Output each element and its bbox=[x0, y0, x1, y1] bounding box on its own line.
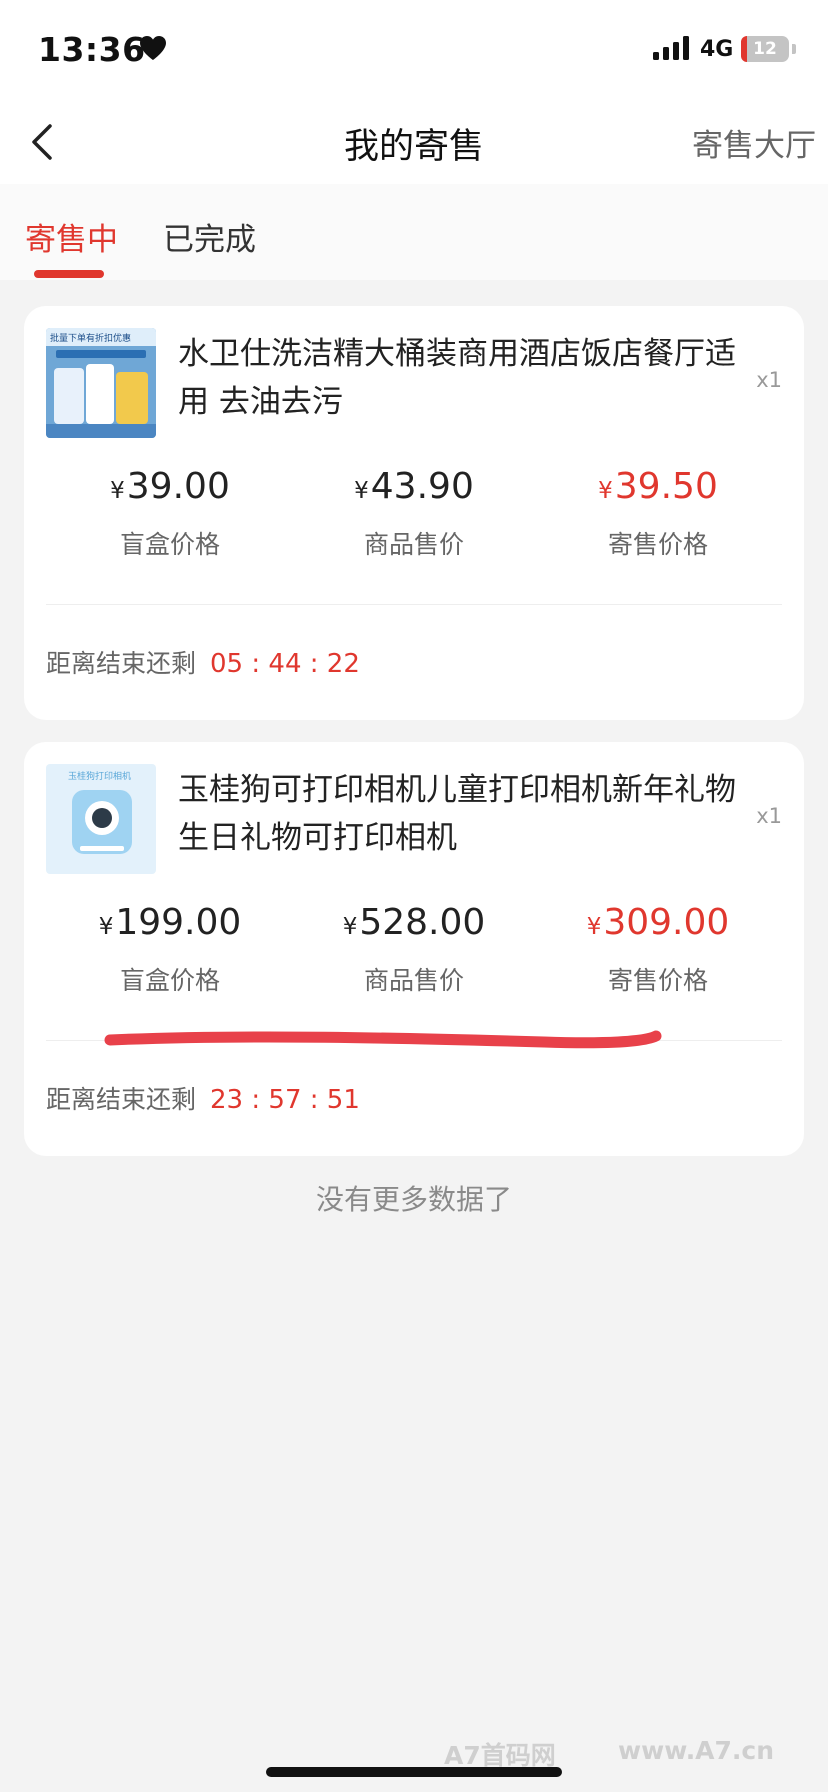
price-amount: 199.00 bbox=[115, 902, 242, 943]
home-indicator[interactable] bbox=[266, 1767, 562, 1777]
consign-price-label: 寄售价格 bbox=[607, 530, 708, 559]
countdown-time: 23 : 57 : 51 bbox=[210, 1085, 360, 1115]
no-more-data-text: 没有更多数据了 bbox=[315, 1183, 512, 1216]
sale-price-label: 商品售价 bbox=[363, 966, 464, 995]
countdown-label: 距离结束还剩 bbox=[46, 649, 197, 678]
divider bbox=[46, 604, 782, 605]
quantity: x1 bbox=[756, 368, 782, 392]
watermark-url: www.A7.cn bbox=[618, 1736, 775, 1765]
currency-symbol: ¥ bbox=[342, 914, 358, 940]
product-title: 玉桂狗可打印相机儿童打印相机新年礼物生日礼物可打印相机 bbox=[178, 772, 736, 856]
battery-cap bbox=[792, 44, 796, 54]
price-amount: 43.90 bbox=[370, 466, 474, 507]
signal-icon bbox=[653, 36, 689, 60]
consign-price: ¥39.50 bbox=[538, 466, 778, 507]
price-amount: 39.00 bbox=[126, 466, 230, 507]
battery-icon: 12 bbox=[741, 36, 789, 62]
currency-symbol: ¥ bbox=[586, 914, 602, 940]
blind-box-price-block: ¥39.00 盲盒价格 bbox=[50, 466, 290, 561]
sale-price-block: ¥43.90 商品售价 bbox=[294, 466, 534, 561]
countdown-time: 05 : 44 : 22 bbox=[210, 649, 360, 679]
consignment-card[interactable]: 批量下单有折扣优惠 水卫仕洗洁精大桶装商用酒店饭店餐厅适用 去油去污 x1 ¥3… bbox=[24, 306, 804, 720]
countdown: 距离结束还剩 23 : 57 : 51 bbox=[46, 1080, 360, 1116]
countdown: 距离结束还剩 05 : 44 : 22 bbox=[46, 644, 360, 680]
blind-box-price: ¥199.00 bbox=[50, 902, 290, 943]
currency-symbol: ¥ bbox=[98, 914, 114, 940]
red-underline-annotation bbox=[104, 1030, 662, 1049]
currency-symbol: ¥ bbox=[598, 478, 613, 504]
consignment-hall-link[interactable]: 寄售大厅 bbox=[692, 120, 816, 165]
blind-box-price: ¥39.00 bbox=[50, 466, 290, 507]
sale-price: ¥43.90 bbox=[294, 466, 534, 507]
thumbnail-banner-text: 玉桂狗打印相机 bbox=[68, 772, 132, 782]
tab-bar: 寄售中 已完成 bbox=[0, 184, 828, 280]
thumbnail-banner-text: 批量下单有折扣优惠 bbox=[50, 334, 132, 344]
currency-symbol: ¥ bbox=[354, 478, 369, 504]
product-thumbnail: 批量下单有折扣优惠 bbox=[46, 328, 156, 438]
price-amount: 309.00 bbox=[603, 902, 730, 943]
active-tab-indicator bbox=[34, 270, 104, 278]
tab-consigning[interactable]: 寄售中 bbox=[25, 214, 118, 259]
consignment-card[interactable]: 玉桂狗打印相机 玉桂狗可打印相机儿童打印相机新年礼物生日礼物可打印相机 x1 ¥… bbox=[24, 742, 804, 1156]
consign-price: ¥309.00 bbox=[538, 902, 778, 943]
battery-percent: 12 bbox=[753, 39, 777, 59]
price-amount: 39.50 bbox=[614, 466, 718, 507]
price-amount: 528.00 bbox=[359, 902, 486, 943]
status-bar: 13:36 4G 12 bbox=[0, 0, 828, 100]
quantity: x1 bbox=[756, 804, 782, 828]
currency-symbol: ¥ bbox=[110, 478, 125, 504]
tab-completed[interactable]: 已完成 bbox=[163, 214, 256, 259]
product-thumbnail: 玉桂狗打印相机 bbox=[46, 764, 156, 874]
product-title: 水卫仕洗洁精大桶装商用酒店饭店餐厅适用 去油去污 bbox=[178, 336, 736, 420]
consign-price-label: 寄售价格 bbox=[607, 966, 708, 995]
blind-box-price-label: 盲盒价格 bbox=[119, 966, 220, 995]
sale-price: ¥528.00 bbox=[294, 902, 534, 943]
consign-price-block: ¥39.50 寄售价格 bbox=[538, 466, 778, 561]
blind-box-price-block: ¥199.00 盲盒价格 bbox=[50, 902, 290, 997]
sale-price-label: 商品售价 bbox=[363, 530, 464, 559]
network-type: 4G bbox=[700, 37, 734, 62]
nav-bar: 我的寄售 寄售大厅 bbox=[0, 100, 828, 184]
sale-price-block: ¥528.00 商品售价 bbox=[294, 902, 534, 997]
status-time: 13:36 bbox=[38, 30, 146, 69]
countdown-label: 距离结束还剩 bbox=[46, 1085, 197, 1114]
blind-box-price-label: 盲盒价格 bbox=[119, 530, 220, 559]
heart-icon bbox=[140, 36, 166, 60]
consign-price-block: ¥309.00 寄售价格 bbox=[538, 902, 778, 997]
